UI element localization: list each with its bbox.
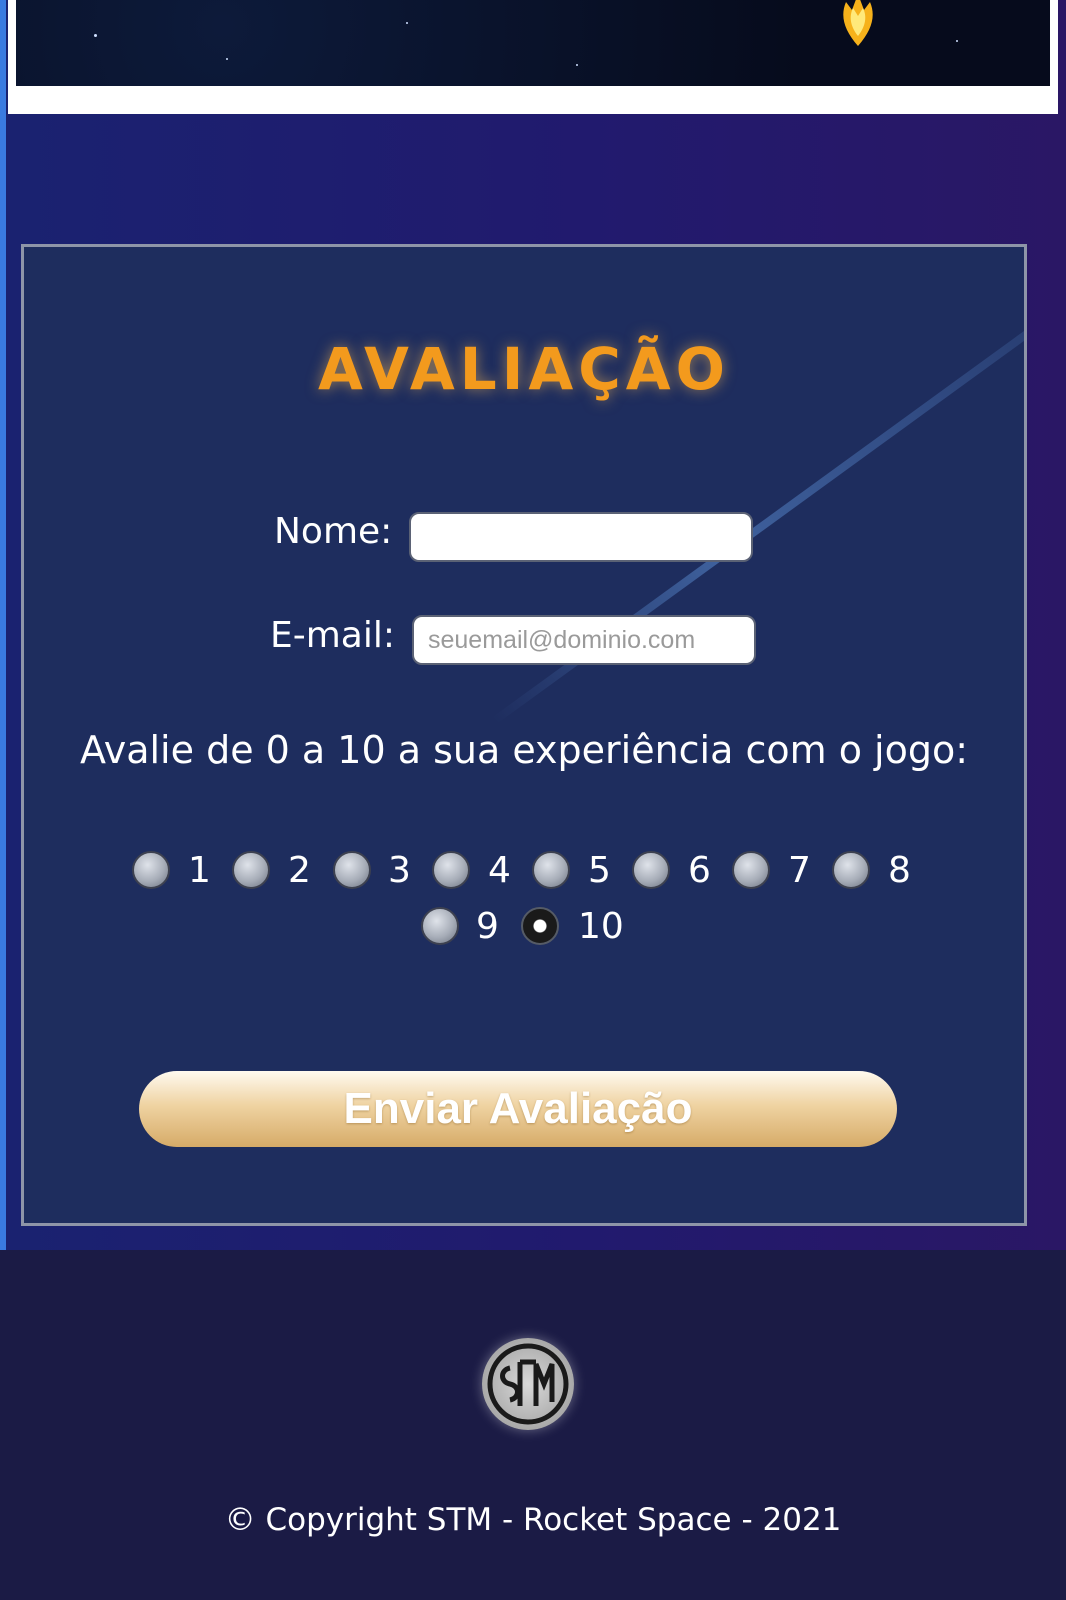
rating-radio-2[interactable] — [232, 851, 270, 889]
rating-radio-4[interactable] — [432, 851, 470, 889]
stm-logo-icon-mark — [487, 1343, 569, 1425]
rating-label-1: 1 — [188, 850, 211, 891]
rating-label-7: 7 — [788, 850, 811, 891]
copyright-text: © Copyright STM - Rocket Space - 2021 — [224, 1502, 842, 1538]
rating-radio-8[interactable] — [832, 851, 870, 889]
rating-label-8: 8 — [888, 850, 911, 891]
stm-logo-icon — [482, 1338, 574, 1430]
star-decoration — [576, 64, 578, 66]
rating-label-5: 5 — [588, 850, 611, 891]
name-label: Nome: — [274, 511, 393, 552]
rating-radio-7[interactable] — [732, 851, 770, 889]
star-decoration — [956, 40, 958, 42]
left-accent-strip — [0, 0, 6, 1250]
rating-options-row-1: 1 2 3 4 5 6 7 8 — [24, 847, 1024, 897]
star-decoration — [94, 34, 97, 37]
rating-radio-1[interactable] — [132, 851, 170, 889]
space-banner — [16, 0, 1050, 86]
rating-label-10: 10 — [578, 906, 624, 947]
email-label: E-mail: — [270, 615, 395, 656]
rating-radio-3[interactable] — [333, 851, 371, 889]
page-title: AVALIAÇÃO — [318, 335, 730, 403]
name-input[interactable] — [409, 512, 753, 562]
rating-label-9: 9 — [476, 906, 499, 947]
rating-label-2: 2 — [288, 850, 311, 891]
rating-radio-5[interactable] — [532, 851, 570, 889]
rating-options-row-2: 9 10 — [24, 903, 1024, 953]
footer: © Copyright STM - Rocket Space - 2021 — [0, 1250, 1066, 1600]
rating-label-4: 4 — [488, 850, 511, 891]
email-input[interactable] — [412, 615, 756, 665]
rating-radio-6[interactable] — [632, 851, 670, 889]
rating-form-card: AVALIAÇÃO Nome: E-mail: Avalie de 0 a 10… — [21, 244, 1027, 1226]
rating-question: Avalie de 0 a 10 a sua experiência com o… — [79, 728, 969, 772]
star-decoration — [226, 58, 228, 60]
rating-label-6: 6 — [688, 850, 711, 891]
submit-rating-button[interactable]: Enviar Avaliação — [139, 1071, 897, 1147]
star-decoration — [406, 22, 408, 24]
rating-radio-10-selected[interactable] — [521, 907, 559, 945]
rocket-flame-icon — [843, 0, 873, 46]
rating-radio-9[interactable] — [421, 907, 459, 945]
rating-label-3: 3 — [388, 850, 411, 891]
